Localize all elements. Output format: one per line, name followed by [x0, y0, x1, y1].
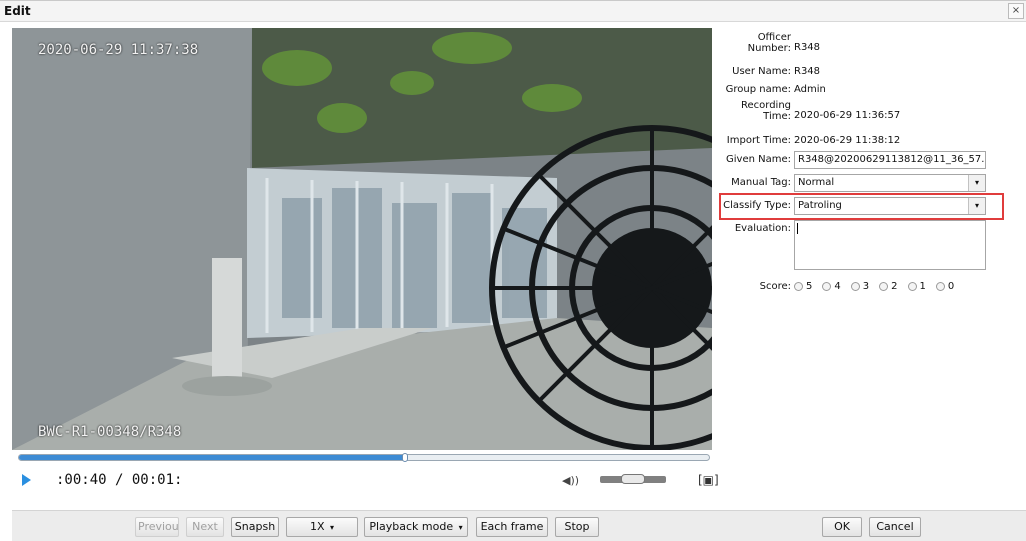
radio-icon[interactable] [935, 282, 945, 291]
snapshot-button[interactable]: Snapsh [231, 517, 279, 537]
each-frame-button[interactable]: Each frame [476, 517, 548, 537]
speed-value: 1X [309, 520, 325, 533]
window-title: Edit [4, 4, 31, 18]
score-option-4[interactable]: 4 [822, 281, 841, 292]
radio-icon[interactable] [822, 282, 832, 291]
action-toolbar: Previou Next Snapsh 1X ▾ Playback mode ▾… [12, 510, 1026, 541]
chevron-down-icon: ▾ [330, 523, 335, 532]
play-icon[interactable] [22, 474, 31, 486]
playback-mode-label: Playback mode [369, 520, 454, 533]
title-bar: Edit × [0, 0, 1026, 22]
evaluation-textarea[interactable] [794, 220, 986, 270]
playback-mode-select[interactable]: Playback mode ▾ [364, 517, 468, 537]
details-panel: Officer Number: R348 User Name: R348 Gro… [715, 26, 1015, 506]
evaluation-label: Evaluation: [734, 223, 791, 234]
seek-bar-progress [19, 455, 406, 460]
recording-time-label: Recording Time: [740, 100, 791, 122]
score-radio-group: 5 4 3 2 1 0 [794, 281, 954, 292]
previous-button[interactable]: Previou [135, 517, 179, 537]
video-scene-image [12, 28, 712, 450]
speed-select[interactable]: 1X ▾ [286, 517, 358, 537]
score-option-0[interactable]: 0 [935, 281, 954, 292]
score-option-5[interactable]: 5 [794, 281, 812, 292]
radio-icon[interactable] [907, 282, 917, 291]
radio-icon[interactable] [850, 282, 860, 291]
player-controls: :00:40 / 00:01: ◀)) [▣] [12, 462, 719, 508]
import-time-label: Import Time: [726, 135, 791, 146]
group-name-value: Admin [794, 84, 826, 95]
video-device-overlay: BWC-R1-00348/R348 [38, 424, 182, 440]
classify-type-highlight [719, 193, 1004, 220]
officer-number-label: Officer Number: [747, 32, 791, 54]
recording-time-value: 2020-06-29 11:36:57 [794, 110, 901, 121]
ok-button[interactable]: OK [822, 517, 862, 537]
close-icon[interactable]: × [1008, 3, 1024, 19]
volume-slider-thumb[interactable] [621, 474, 645, 484]
video-frame[interactable]: 2020-06-29 11:37:38 BWC-R1-00348/R348 [12, 28, 712, 450]
user-name-label: User Name: [732, 66, 791, 77]
radio-icon[interactable] [794, 282, 803, 291]
seek-bar[interactable] [18, 453, 710, 462]
chevron-down-icon: ▾ [458, 523, 463, 532]
import-time-value: 2020-06-29 11:38:12 [794, 135, 901, 146]
given-name-input[interactable]: R348@20200629113812@11_36_57.m [794, 151, 986, 169]
score-option-1[interactable]: 1 [907, 281, 926, 292]
chevron-down-icon[interactable]: ▾ [968, 175, 985, 191]
stop-button[interactable]: Stop [555, 517, 599, 537]
user-name-value: R348 [794, 66, 821, 77]
volume-icon[interactable]: ◀)) [562, 474, 579, 487]
text-cursor [797, 223, 798, 234]
score-option-3[interactable]: 3 [850, 281, 869, 292]
time-display: :00:40 / 00:01: [56, 472, 183, 488]
group-name-label: Group name: [725, 84, 791, 95]
manual-tag-select[interactable]: Normal ▾ [794, 174, 986, 192]
cancel-button[interactable]: Cancel [869, 517, 921, 537]
radio-icon[interactable] [879, 282, 889, 291]
manual-tag-label: Manual Tag: [731, 177, 791, 188]
score-label: Score: [759, 281, 791, 292]
score-option-2[interactable]: 2 [879, 281, 898, 292]
seek-bar-thumb[interactable] [402, 453, 409, 462]
volume-slider[interactable] [600, 474, 666, 484]
officer-number-value: R348 [794, 42, 821, 53]
given-name-label: Given Name: [726, 154, 791, 165]
next-button[interactable]: Next [186, 517, 224, 537]
manual-tag-value: Normal [798, 177, 835, 188]
video-timestamp-overlay: 2020-06-29 11:37:38 [38, 42, 199, 58]
